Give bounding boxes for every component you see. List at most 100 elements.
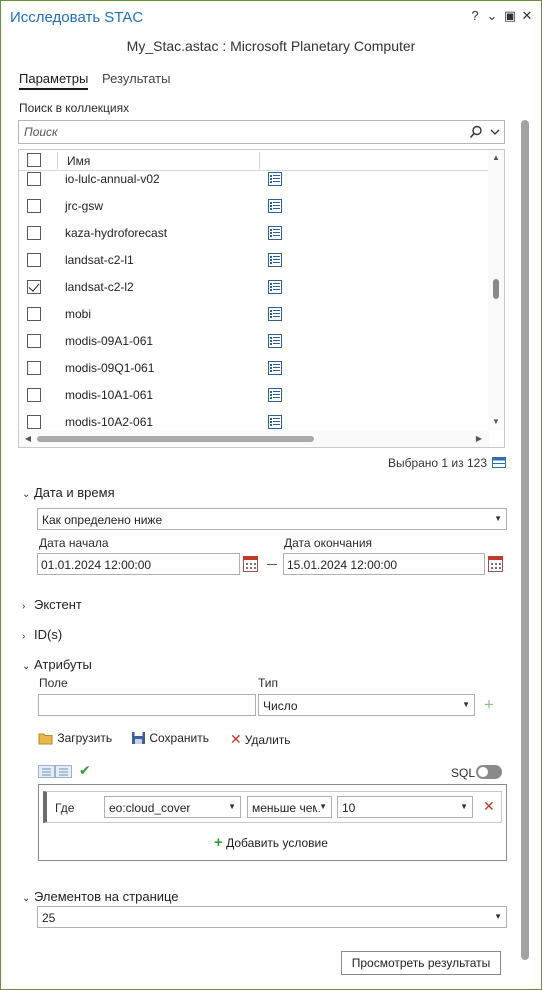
remove-condition-x-icon[interactable]: ✕	[483, 798, 495, 815]
table-row[interactable]: landsat-c2-l2	[19, 274, 489, 301]
datetime-mode-select[interactable]: Как определено ниже ▼	[37, 508, 507, 530]
indent-buttons-icon[interactable]	[38, 765, 72, 778]
column-header-name[interactable]: Имя	[67, 154, 90, 168]
view-results-button[interactable]: Просмотреть результаты	[341, 951, 501, 975]
pane-vertical-scrollbar[interactable]	[517, 100, 533, 980]
calendar-icon[interactable]	[243, 556, 258, 572]
collection-details-icon[interactable]	[268, 199, 282, 213]
dropdown-arrow-icon: ▼	[317, 802, 327, 811]
chevron-down-icon[interactable]	[490, 129, 500, 136]
dropdown-arrow-icon: ▼	[228, 802, 236, 811]
chevron-down-icon: ⌄	[22, 489, 31, 500]
close-button[interactable]: ✕	[519, 7, 535, 25]
load-button[interactable]: Загрузить	[38, 731, 112, 745]
row-checkbox[interactable]	[27, 199, 41, 213]
row-checkbox[interactable]	[27, 226, 41, 240]
sql-toggle[interactable]	[476, 765, 502, 779]
dropdown-arrow-icon: ▼	[460, 802, 468, 811]
validate-check-icon[interactable]: ✔	[79, 762, 91, 779]
collection-details-icon[interactable]	[268, 361, 282, 375]
search-icon[interactable]	[469, 125, 483, 139]
table-vertical-scroll-thumb[interactable]	[493, 279, 499, 299]
table-row[interactable]: io-lulc-annual-v02	[19, 171, 489, 193]
row-checkbox[interactable]	[27, 253, 41, 267]
field-name-input[interactable]	[42, 698, 237, 713]
collection-details-icon[interactable]	[268, 172, 282, 186]
section-attributes-header[interactable]: ⌄ Атрибуты	[22, 657, 92, 672]
end-date-label: Дата окончания	[284, 536, 373, 550]
section-datetime-header[interactable]: ⌄ Дата и время	[22, 485, 115, 500]
delete-button[interactable]: ✕ Удалить	[230, 731, 291, 748]
load-label: Загрузить	[57, 731, 113, 745]
field-name-field	[38, 694, 256, 716]
table-row[interactable]: landsat-c2-l1	[19, 247, 489, 274]
collection-details-icon[interactable]	[268, 226, 282, 240]
add-condition-button[interactable]: + Добавить условие	[214, 834, 328, 851]
collection-search-input[interactable]	[24, 124, 454, 140]
collection-name: landsat-c2-l2	[65, 280, 134, 294]
add-plus-icon: +	[214, 834, 223, 851]
restore-button[interactable]: ▣	[502, 7, 518, 25]
collection-details-icon[interactable]	[268, 253, 282, 267]
select-all-checkbox[interactable]	[27, 153, 41, 167]
table-vertical-scrollbar[interactable]: ▲ ▼	[488, 150, 504, 430]
collection-name: kaza-hydroforecast	[65, 226, 168, 240]
add-field-plus-icon[interactable]: +	[484, 695, 494, 715]
date-range-dash	[267, 564, 277, 565]
row-checkbox[interactable]	[27, 307, 41, 321]
table-row[interactable]: modis-09Q1-061	[19, 355, 489, 382]
table-row[interactable]: modis-09A1-061	[19, 328, 489, 355]
collection-details-icon[interactable]	[268, 280, 282, 294]
condition-value-select[interactable]: 10 ▼	[337, 796, 473, 818]
row-checkbox[interactable]	[27, 334, 41, 348]
table-horizontal-scrollbar[interactable]: ◀ ▶	[19, 430, 489, 447]
save-label: Сохранить	[149, 731, 209, 745]
table-row[interactable]: modis-10A2-061	[19, 409, 489, 429]
row-checkbox[interactable]	[27, 280, 41, 294]
chevron-right-icon: ›	[22, 601, 26, 612]
items-per-page-select[interactable]: 25 ▼	[37, 906, 507, 928]
options-menu-button[interactable]: ⌄	[484, 7, 500, 25]
end-date-input[interactable]	[287, 557, 467, 572]
row-checkbox[interactable]	[27, 361, 41, 375]
column-divider	[57, 152, 58, 169]
start-date-label: Дата начала	[39, 536, 109, 550]
table-row[interactable]: jrc-gsw	[19, 193, 489, 220]
save-button[interactable]: Сохранить	[131, 731, 209, 745]
tab-parameters[interactable]: Параметры	[19, 71, 89, 90]
section-paging-header[interactable]: ⌄ Элементов на странице	[22, 889, 179, 904]
section-datetime-title: Дата и время	[34, 485, 115, 500]
section-ids-header[interactable]: › ID(s)	[22, 627, 62, 642]
table-row[interactable]: modis-10A1-061	[19, 382, 489, 409]
collection-details-icon[interactable]	[268, 307, 282, 321]
collection-details-icon[interactable]	[268, 388, 282, 402]
help-button[interactable]: ?	[467, 7, 483, 25]
collections-label: Поиск в коллекциях	[19, 101, 130, 115]
row-checkbox[interactable]	[27, 415, 41, 429]
pane-vertical-scroll-thumb[interactable]	[521, 120, 529, 960]
tab-results[interactable]: Результаты	[102, 71, 170, 86]
table-header: Имя	[19, 150, 489, 171]
scroll-down-arrow-icon[interactable]: ▼	[491, 417, 501, 426]
section-extent-header[interactable]: › Экстент	[22, 597, 82, 612]
field-type-select[interactable]: Число ▼	[258, 694, 475, 716]
condition-value-text: 10	[342, 801, 356, 815]
collection-details-icon[interactable]	[268, 415, 282, 429]
table-view-icon[interactable]	[492, 457, 506, 468]
start-date-input[interactable]	[41, 557, 222, 572]
table-row[interactable]: mobi	[19, 301, 489, 328]
condition-operator-select[interactable]: меньше чем ▼	[247, 796, 332, 818]
row-checkbox[interactable]	[27, 388, 41, 402]
add-condition-label: Добавить условие	[226, 836, 328, 850]
scroll-left-arrow-icon[interactable]: ◀	[23, 434, 33, 443]
table-horizontal-scroll-thumb[interactable]	[37, 436, 314, 442]
chevron-down-icon: ⌄	[22, 893, 31, 904]
scroll-right-arrow-icon[interactable]: ▶	[474, 434, 484, 443]
calendar-icon[interactable]	[488, 556, 503, 572]
row-checkbox[interactable]	[27, 172, 41, 186]
condition-field-select[interactable]: eo:cloud_cover ▼	[104, 796, 241, 818]
collections-table: Имя io-lulc-annual-v02 jrc-gsw kaza-hydr…	[18, 149, 505, 448]
table-row[interactable]: kaza-hydroforecast	[19, 220, 489, 247]
scroll-up-arrow-icon[interactable]: ▲	[491, 153, 501, 162]
collection-details-icon[interactable]	[268, 334, 282, 348]
